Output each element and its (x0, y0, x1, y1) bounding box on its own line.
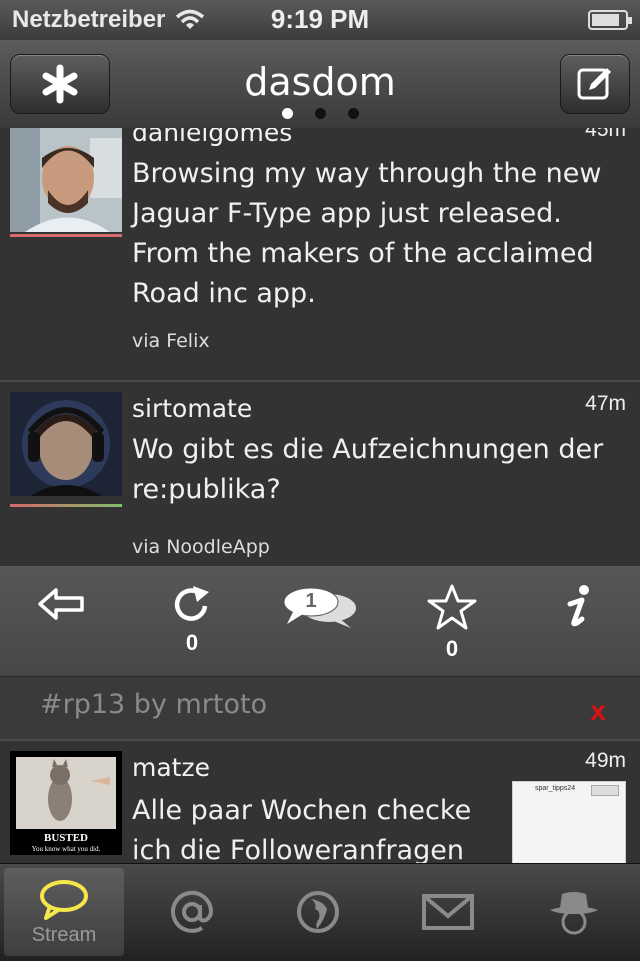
tweet-via: via Felix (132, 330, 210, 352)
compose-icon (577, 68, 611, 100)
profile-hat-icon (550, 892, 598, 935)
battery-icon (588, 10, 632, 30)
star-count: 0 (445, 636, 459, 661)
speech-bubble-icon (40, 879, 88, 920)
tweet-username[interactable]: sirtomate (132, 394, 252, 423)
tweet-text: Browsing my way through the new Jaguar F… (132, 158, 602, 309)
avatar[interactable] (10, 128, 122, 232)
nav-bar: dasdom (0, 40, 640, 129)
tweet-time: 45m (585, 128, 626, 141)
tweet-username[interactable]: danielgomes (132, 128, 292, 147)
avatar[interactable] (10, 392, 122, 496)
tab-messages[interactable] (388, 868, 508, 956)
hashtag-text[interactable]: #rp13 by mrtoto (40, 689, 267, 720)
tab-stream[interactable]: Stream (4, 868, 124, 956)
avatar-caption: BUSTED (43, 832, 89, 844)
globe-icon (297, 891, 339, 933)
avatar-underline (10, 504, 122, 507)
nav-title: dasdom (244, 60, 396, 104)
tweet-item[interactable]: sirtomate 47m Wo gibt es die Aufzeichnun… (0, 382, 640, 568)
tweet-time: 47m (585, 392, 626, 415)
info-icon (567, 585, 589, 627)
wifi-icon (176, 9, 205, 29)
page-indicator[interactable] (0, 108, 640, 119)
tweet-stream[interactable]: danielgomes 45m Browsing my way through … (0, 128, 640, 863)
tab-mentions[interactable] (132, 868, 252, 956)
carrier: Netzbetreiber (12, 6, 205, 34)
tab-bar: Stream (0, 863, 640, 961)
tweet-time: 49m (585, 749, 626, 772)
page-dot[interactable] (314, 108, 326, 119)
tab-label: Stream (31, 923, 97, 946)
tweet-via: via NoodleApp (132, 536, 270, 558)
repost-button[interactable]: 0 (152, 584, 232, 656)
tab-profile[interactable] (514, 868, 634, 956)
reply-arrow-icon (38, 588, 84, 620)
avatar-underline (10, 234, 122, 237)
repost-count: 0 (185, 630, 199, 655)
image-thumbnail[interactable]: spar_tipps24 (512, 781, 626, 863)
info-button[interactable] (538, 584, 618, 634)
mentions-at-icon (171, 890, 214, 933)
hashtag-bar[interactable]: #rp13 by mrtoto x (0, 677, 640, 741)
page-dot[interactable] (347, 108, 359, 119)
star-button[interactable]: 0 (412, 584, 492, 662)
tweet-username[interactable]: matze (132, 753, 210, 782)
conversation-button[interactable]: 1 (278, 584, 360, 634)
thumbnail-title: spar_tipps24 (535, 785, 576, 792)
close-hashtag-button[interactable]: x (590, 695, 606, 727)
status-bar: Netzbetreiber (0, 0, 640, 40)
star-icon (427, 584, 477, 630)
cat-photo (16, 757, 116, 829)
mail-icon (422, 894, 474, 930)
repost-icon (174, 586, 209, 621)
tweet-item[interactable]: BUSTED You know what you did. matze 49m … (0, 741, 640, 863)
reply-button[interactable] (22, 584, 102, 628)
tweet-action-bar: 0 1 0 (0, 566, 640, 677)
compose-button[interactable] (560, 54, 630, 114)
conversation-count: 1 (305, 590, 317, 612)
avatar[interactable]: BUSTED You know what you did. (10, 751, 122, 855)
tweet-item[interactable]: danielgomes 45m Browsing my way through … (0, 128, 640, 382)
page-dot[interactable] (281, 108, 293, 119)
tab-explore[interactable] (258, 868, 378, 956)
thumbnail-buttons (591, 785, 619, 796)
tweet-text: Wo gibt es die Aufzeichnungen der re:pub… (132, 434, 604, 505)
carrier-name: Netzbetreiber (12, 6, 166, 33)
tweet-text: Alle paar Wochen checke ich die Follower… (132, 795, 472, 863)
avatar-subcaption: You know what you did. (31, 845, 101, 853)
